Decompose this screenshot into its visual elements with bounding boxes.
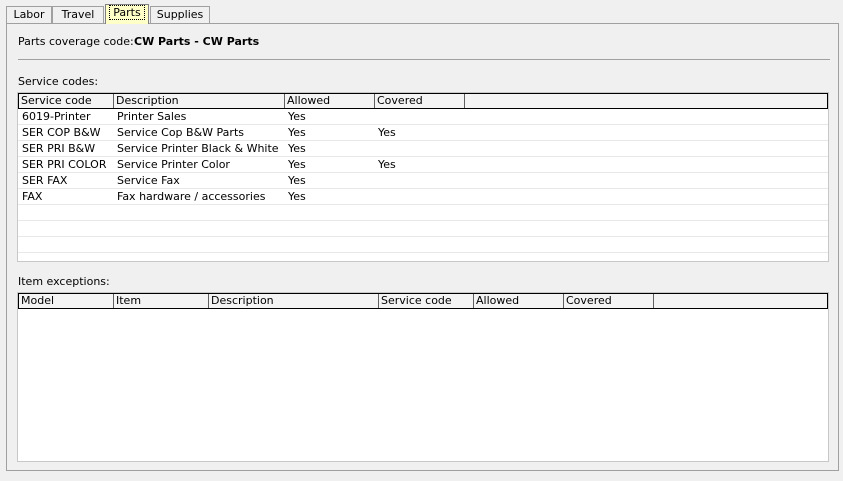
tab-labor-label: Labor xyxy=(13,8,45,21)
cell-allowed: Yes xyxy=(288,158,306,171)
cell-description: Service Printer Black & White xyxy=(117,142,279,155)
cell-service-code: FAX xyxy=(22,190,43,203)
cell-covered: Yes xyxy=(378,126,396,139)
item-exceptions-label: Item exceptions: xyxy=(18,275,110,288)
cell-description: Service Printer Color xyxy=(117,158,230,171)
column-header-description[interactable]: Description xyxy=(114,94,285,108)
cell-service-code: 6019-Printer xyxy=(22,110,91,123)
tab-parts-label: Parts xyxy=(109,5,145,20)
coverage-code-label: Parts coverage code: xyxy=(18,35,134,48)
column-header-covered[interactable]: Covered xyxy=(564,294,654,308)
empty-row[interactable] xyxy=(18,221,828,237)
cell-service-code: SER FAX xyxy=(22,174,68,187)
table-row[interactable]: SER PRI B&W Service Printer Black & White… xyxy=(18,141,828,157)
cell-description: Fax hardware / accessories xyxy=(117,190,266,203)
coverage-code-value: CW Parts - CW Parts xyxy=(134,35,260,48)
service-codes-label: Service codes: xyxy=(18,75,99,88)
table-row[interactable]: SER COP B&W Service Cop B&W Parts Yes Yes xyxy=(18,125,828,141)
tab-supplies[interactable]: Supplies xyxy=(150,6,210,23)
table-row[interactable]: 6019-Printer Printer Sales Yes xyxy=(18,109,828,125)
cell-allowed: Yes xyxy=(288,110,306,123)
cell-allowed: Yes xyxy=(288,126,306,139)
parts-panel: Parts coverage code: CW Parts - CW Parts… xyxy=(6,23,839,471)
cell-covered xyxy=(374,109,378,124)
cell-covered: Yes xyxy=(378,158,396,171)
cell-description: Service Fax xyxy=(117,174,180,187)
cell-allowed: Yes xyxy=(288,174,306,187)
separator xyxy=(18,59,830,60)
table-row[interactable]: FAX Fax hardware / accessories Yes xyxy=(18,189,828,205)
cell-covered xyxy=(374,141,378,156)
tab-travel-label: Travel xyxy=(61,8,95,21)
service-codes-header: Service code Description Allowed Covered xyxy=(18,93,828,109)
tab-supplies-label: Supplies xyxy=(156,8,204,21)
cell-covered xyxy=(374,189,378,204)
column-header-covered[interactable]: Covered xyxy=(375,94,465,108)
cell-service-code: SER PRI B&W xyxy=(22,142,96,155)
service-codes-grid[interactable]: Service code Description Allowed Covered… xyxy=(17,92,829,262)
column-header-service-code[interactable]: Service code xyxy=(19,94,114,108)
cell-service-code: SER COP B&W xyxy=(22,126,101,139)
cell-allowed: Yes xyxy=(288,190,306,203)
cell-allowed: Yes xyxy=(288,142,306,155)
empty-row[interactable] xyxy=(18,237,828,253)
cell-covered xyxy=(374,173,378,188)
empty-row[interactable] xyxy=(18,205,828,221)
column-header-service-code[interactable]: Service code xyxy=(379,294,474,308)
table-row[interactable]: SER FAX Service Fax Yes xyxy=(18,173,828,189)
column-header-model[interactable]: Model xyxy=(19,294,114,308)
tab-parts[interactable]: Parts xyxy=(105,4,149,24)
item-exceptions-grid[interactable]: Model Item Description Service code Allo… xyxy=(17,292,829,462)
cell-description: Service Cop B&W Parts xyxy=(117,126,244,139)
column-header-allowed[interactable]: Allowed xyxy=(474,294,564,308)
column-header-allowed[interactable]: Allowed xyxy=(285,94,375,108)
cell-description: Printer Sales xyxy=(117,110,187,123)
service-codes-rows: 6019-Printer Printer Sales Yes SER COP B&W S… xyxy=(18,109,828,253)
cell-service-code: SER PRI COLOR xyxy=(22,158,107,171)
column-header-item[interactable]: Item xyxy=(114,294,209,308)
item-exceptions-header: Model Item Description Service code Allo… xyxy=(18,293,828,309)
column-header-description[interactable]: Description xyxy=(209,294,379,308)
table-row[interactable]: SER PRI COLOR Service Printer Color Yes Yes xyxy=(18,157,828,173)
tab-travel[interactable]: Travel xyxy=(52,6,104,23)
tab-labor[interactable]: Labor xyxy=(6,6,52,23)
